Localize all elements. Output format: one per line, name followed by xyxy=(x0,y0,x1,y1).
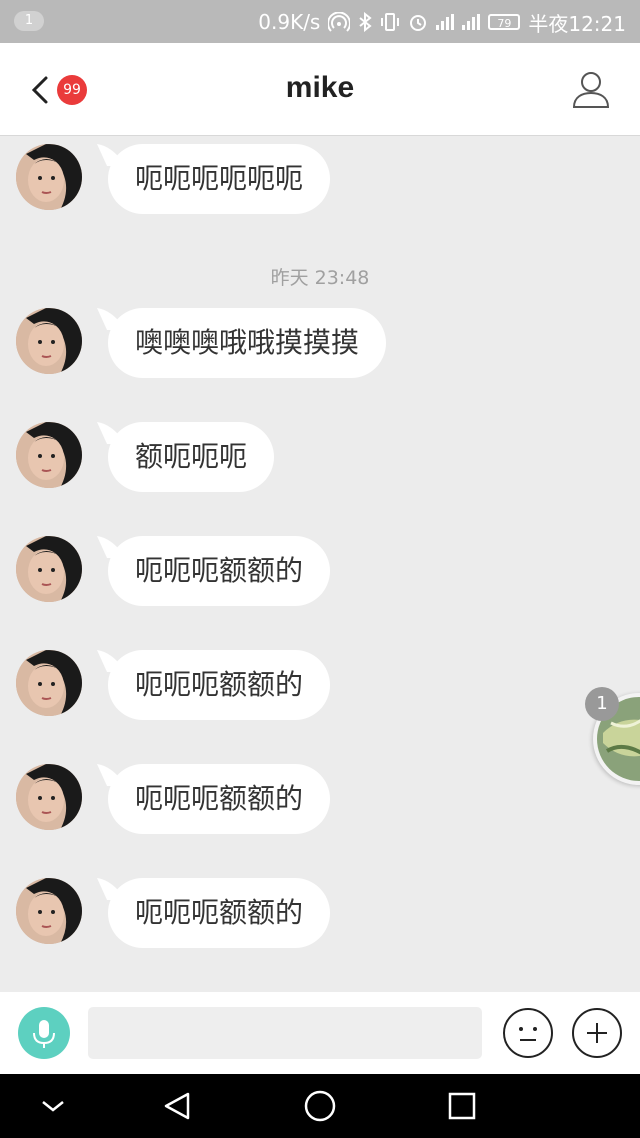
battery-icon: 79 xyxy=(488,14,521,30)
bluetooth-icon xyxy=(359,12,372,32)
message-bubble[interactable]: 呃呃呃额额的 xyxy=(108,650,331,720)
chat-title: mike xyxy=(285,71,355,104)
avatar[interactable] xyxy=(16,422,82,488)
avatar[interactable] xyxy=(16,650,82,716)
network-speed: 0.9K/s xyxy=(258,10,321,34)
emoji-icon[interactable] xyxy=(502,1007,554,1059)
avatar-image xyxy=(16,650,82,716)
avatar[interactable] xyxy=(16,764,82,830)
message-list[interactable]: 呃呃呃呃呃呃 昨天 23:48 噢噢噢哦哦摸摸摸 额呃呃呃 呃呃呃额额的 呃呃呃… xyxy=(0,136,640,992)
nav-back-icon[interactable] xyxy=(160,1088,196,1124)
clock: 半夜12:21 xyxy=(528,11,626,36)
nav-recents-icon[interactable] xyxy=(444,1088,480,1124)
signal-icon-1 xyxy=(436,14,455,30)
chat-header: 99 mike xyxy=(0,43,640,136)
avatar-image xyxy=(16,878,82,944)
avatar-image xyxy=(16,536,82,602)
status-bar: 1 0.9K/s 79 半夜12:21 xyxy=(0,0,640,43)
message-bubble[interactable]: 呃呃呃额额的 xyxy=(108,878,331,948)
avatar[interactable] xyxy=(16,308,82,374)
hotspot-icon xyxy=(328,12,351,32)
timestamp: 昨天 23:48 xyxy=(270,267,370,289)
vibrate-icon xyxy=(381,13,400,31)
plus-icon[interactable] xyxy=(571,1007,623,1059)
hide-nav-chevron-icon[interactable] xyxy=(35,1088,71,1124)
microphone-button[interactable] xyxy=(18,1007,70,1059)
message-bubble[interactable]: 额呃呃呃 xyxy=(108,422,275,492)
avatar-image xyxy=(16,144,82,210)
message-bubble[interactable]: 噢噢噢哦哦摸摸摸 xyxy=(108,308,387,378)
microphone-icon xyxy=(33,1020,55,1048)
signal-icon-2 xyxy=(462,14,481,30)
notification-count: 1 xyxy=(14,11,44,31)
message-input[interactable] xyxy=(88,1007,482,1059)
nav-home-icon[interactable] xyxy=(302,1088,338,1124)
profile-person-icon[interactable] xyxy=(570,69,612,111)
message-bubble[interactable]: 呃呃呃呃呃呃 xyxy=(108,144,331,214)
status-icons: 0.9K/s 79 半夜12:21 xyxy=(258,9,626,36)
avatar-image xyxy=(16,764,82,830)
input-bar xyxy=(0,992,640,1074)
avatar[interactable] xyxy=(16,536,82,602)
avatar[interactable] xyxy=(16,878,82,944)
message-bubble[interactable]: 呃呃呃额额的 xyxy=(108,764,331,834)
avatar[interactable] xyxy=(16,144,82,210)
floating-count-badge: 1 xyxy=(585,687,619,721)
avatar-image xyxy=(16,308,82,374)
avatar-image xyxy=(16,422,82,488)
system-nav-bar xyxy=(0,1074,640,1138)
message-bubble[interactable]: 呃呃呃额额的 xyxy=(108,536,331,606)
alarm-icon xyxy=(410,15,427,31)
